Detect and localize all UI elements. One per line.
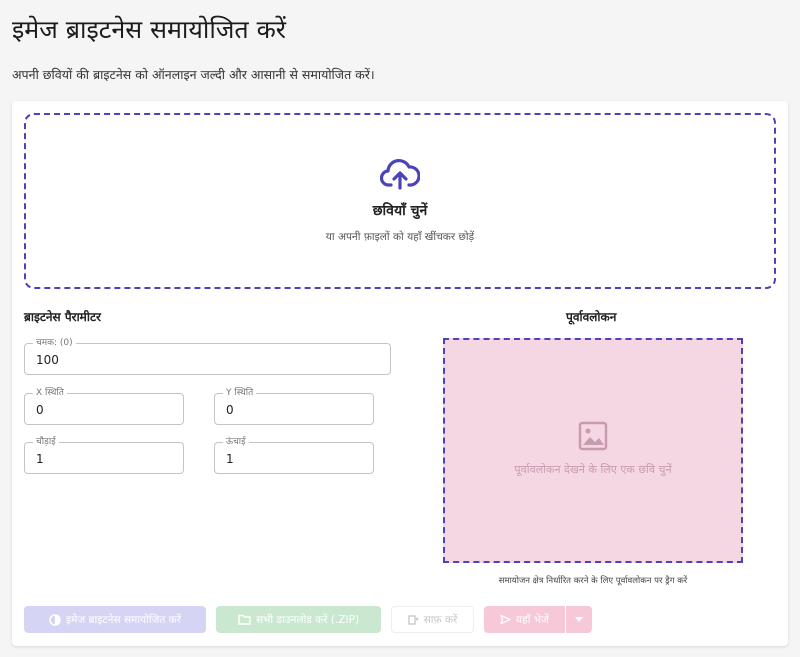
- width-field[interactable]: चौड़ाई: [24, 436, 184, 474]
- send-to-button[interactable]: यहाँ भेजें: [484, 606, 565, 633]
- send-to-label: यहाँ भेजें: [516, 613, 549, 626]
- dropzone-hint: या अपनी फ़ाइलों को यहाँ खींचकर छोड़ें: [325, 231, 475, 243]
- chevron-down-icon: [575, 617, 583, 622]
- clear-button[interactable]: साफ़ करें: [391, 606, 474, 633]
- params-heading: ब्राइटनेस पैरामीटर: [24, 310, 101, 324]
- brightness-input[interactable]: [25, 344, 390, 374]
- clear-label: साफ़ करें: [423, 613, 458, 626]
- preview-area[interactable]: पूर्वावलोकन देखने के लिए एक छवि चुनें: [443, 338, 743, 563]
- main-card: छवियाँ चुनें या अपनी फ़ाइलों को यहाँ खीं…: [12, 101, 788, 646]
- preview-placeholder: पूर्वावलोकन देखने के लिए एक छवि चुनें: [514, 463, 672, 476]
- clear-icon: [408, 615, 419, 625]
- send-icon: [500, 614, 511, 625]
- adjust-brightness-button[interactable]: इमेज ब्राइटनेस समायोजित करें: [24, 606, 206, 633]
- width-input[interactable]: [25, 443, 183, 473]
- send-to-dropdown-button[interactable]: [566, 606, 592, 633]
- dropzone-title: छवियाँ चुनें: [372, 203, 428, 219]
- x-position-field[interactable]: X स्थिति: [24, 387, 184, 425]
- y-position-input[interactable]: [215, 394, 373, 424]
- folder-zip-icon: [238, 614, 251, 625]
- download-all-button[interactable]: सभी डाउनलोड करें (.ZIP): [216, 606, 381, 633]
- page-subtitle: अपनी छवियों की ब्राइटनेस को ऑनलाइन जल्दी…: [12, 67, 375, 82]
- download-all-label: सभी डाउनलोड करें (.ZIP): [255, 613, 360, 626]
- brightness-icon: [49, 613, 61, 626]
- image-icon: [578, 421, 608, 451]
- file-dropzone[interactable]: छवियाँ चुनें या अपनी फ़ाइलों को यहाँ खीं…: [24, 113, 776, 289]
- preview-heading: पूर्वावलोकन: [566, 310, 617, 324]
- page-title: इमेज ब्राइटनेस समायोजित करें: [12, 15, 287, 44]
- preview-hint: समायोजन क्षेत्र निर्धारित करने के लिए पू…: [498, 576, 688, 586]
- cloud-upload-icon: [380, 158, 420, 190]
- y-position-field[interactable]: Y स्थिति: [214, 387, 374, 425]
- adjust-brightness-label: इमेज ब्राइटनेस समायोजित करें: [65, 613, 182, 626]
- height-input[interactable]: [215, 443, 373, 473]
- height-field[interactable]: ऊंचाई: [214, 436, 374, 474]
- brightness-field[interactable]: चमक: (0): [24, 337, 391, 375]
- x-position-input[interactable]: [25, 394, 183, 424]
